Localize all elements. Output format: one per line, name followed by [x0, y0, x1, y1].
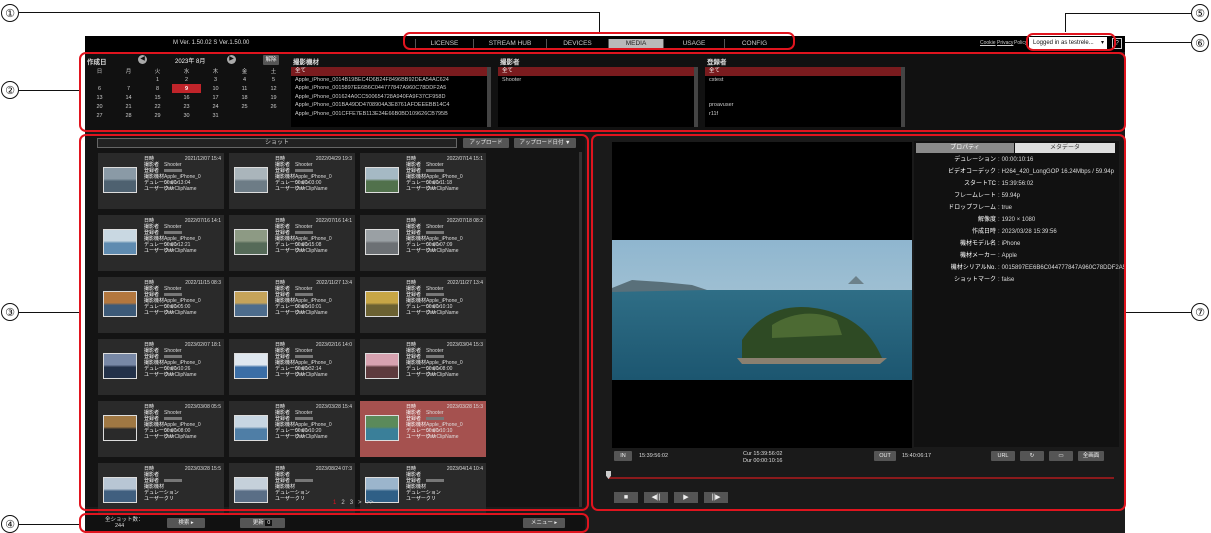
callout-5-line [1065, 13, 1191, 14]
callout-3: ③ [1, 303, 19, 321]
callout-4-line [19, 524, 79, 525]
callout-6-line [1118, 42, 1191, 43]
callout-2-line [19, 90, 79, 91]
callout-1-line-v [599, 12, 600, 32]
callout-1-line [19, 12, 599, 13]
callout-6: ⑥ [1191, 34, 1209, 52]
cookie-link[interactable]: Cookie [980, 40, 996, 46]
highlight-user [1026, 33, 1116, 51]
callout-7: ⑦ [1191, 303, 1209, 321]
highlight-viewer [591, 134, 1126, 511]
privacy-link[interactable]: Privacy [997, 40, 1013, 46]
callout-7-line [1126, 312, 1191, 313]
highlight-shots [79, 134, 589, 511]
callout-2: ② [1, 81, 19, 99]
version-text: M Ver. 1.50.02 S Ver.1.50.00 [173, 40, 250, 46]
callout-3-line [19, 312, 79, 313]
highlight-bottom [79, 513, 589, 533]
callout-4: ④ [1, 515, 19, 533]
highlight-nav [403, 32, 795, 50]
callout-5-line-v [1065, 13, 1066, 32]
callout-1: ① [1, 4, 19, 22]
highlight-filters [79, 52, 1126, 132]
callout-5: ⑤ [1191, 4, 1209, 22]
